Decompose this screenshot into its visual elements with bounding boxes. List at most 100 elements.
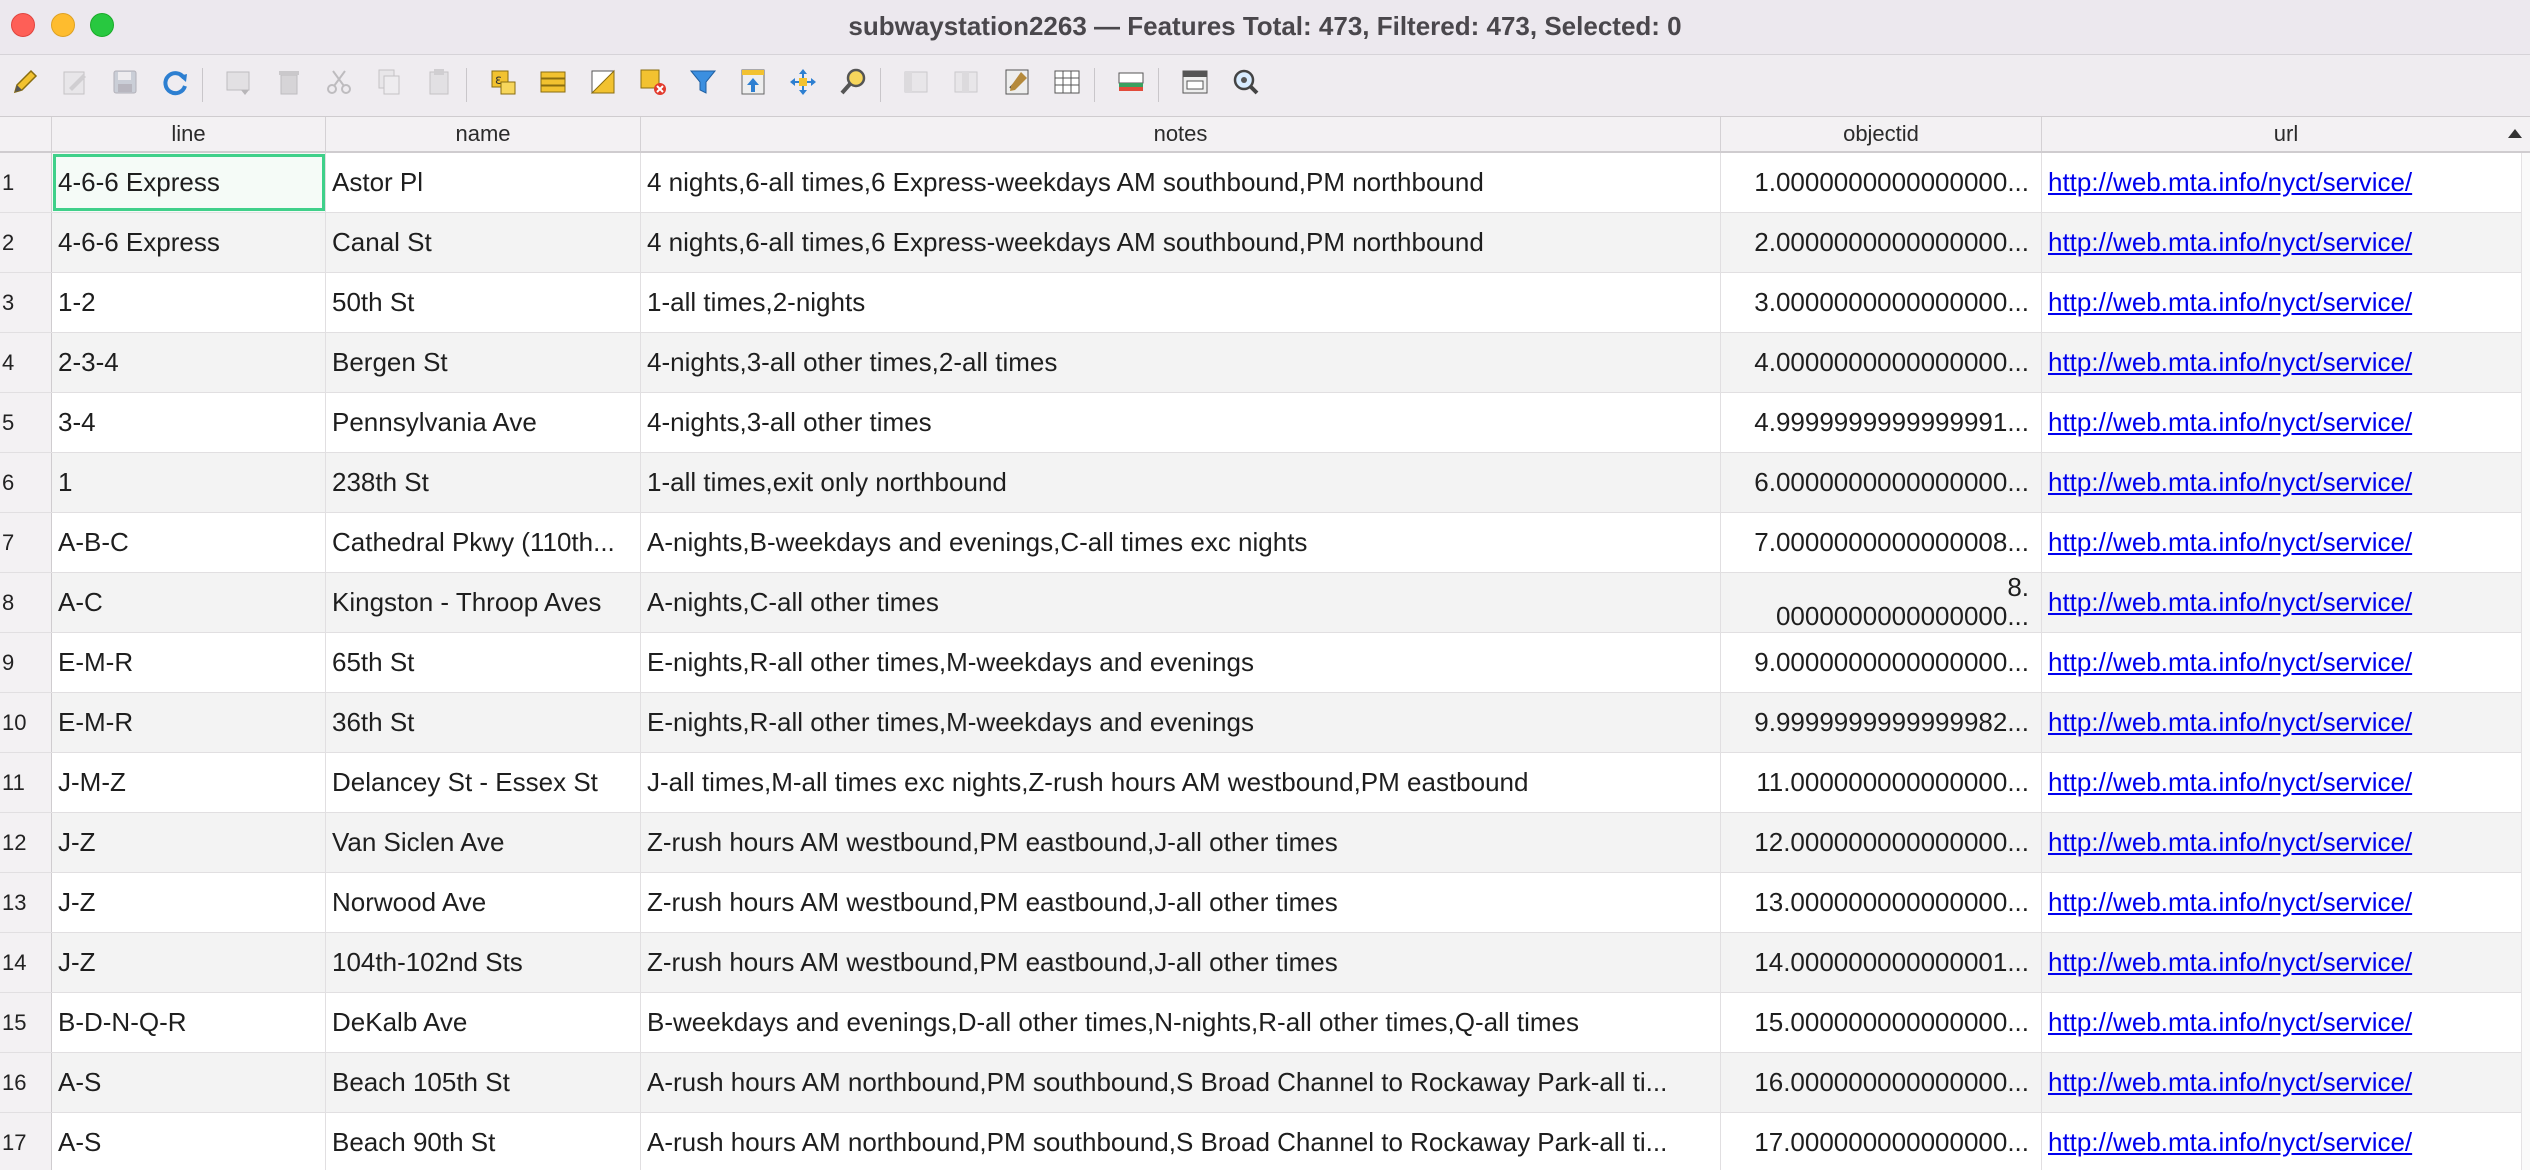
- cell-line[interactable]: 3-4: [52, 393, 326, 452]
- move-selection-top-button[interactable]: [736, 67, 770, 101]
- cell-notes[interactable]: 4-nights,3-all other times: [641, 393, 1721, 452]
- cell-line[interactable]: J-Z: [52, 873, 326, 932]
- url-link[interactable]: http://web.mta.info/nyct/service/: [2048, 1067, 2412, 1097]
- row-number-header[interactable]: 9: [0, 633, 52, 692]
- cell-objectid[interactable]: 4.0000000000000000...: [1721, 333, 2042, 392]
- cell-url[interactable]: http://web.mta.info/nyct/service/: [2042, 453, 2530, 512]
- cell-notes[interactable]: A-nights,B-weekdays and evenings,C-all t…: [641, 513, 1721, 572]
- cell-url[interactable]: http://web.mta.info/nyct/service/: [2042, 213, 2530, 272]
- save-edits-button[interactable]: [108, 67, 142, 101]
- cell-url[interactable]: http://web.mta.info/nyct/service/: [2042, 813, 2530, 872]
- delete-field-button[interactable]: [950, 67, 984, 101]
- cell-objectid[interactable]: 15.000000000000000...: [1721, 993, 2042, 1052]
- url-link[interactable]: http://web.mta.info/nyct/service/: [2048, 407, 2412, 437]
- table-row[interactable]: 8 A-C Kingston - Throop Aves A-nights,C-all…: [0, 573, 2530, 633]
- pan-to-selected-button[interactable]: [786, 67, 820, 101]
- cell-objectid[interactable]: 13.000000000000000...: [1721, 873, 2042, 932]
- cell-objectid[interactable]: 4.9999999999999991...: [1721, 393, 2042, 452]
- url-link[interactable]: http://web.mta.info/nyct/service/: [2048, 707, 2412, 737]
- table-row[interactable]: 13 J-Z Norwood Ave Z-rush hours AM westboun…: [0, 873, 2530, 933]
- add-feature-button[interactable]: [222, 67, 256, 101]
- cell-notes[interactable]: A-nights,C-all other times: [641, 573, 1721, 632]
- row-number-header[interactable]: 1: [0, 153, 52, 212]
- url-link[interactable]: http://web.mta.info/nyct/service/: [2048, 647, 2412, 677]
- new-field-button[interactable]: [900, 67, 934, 101]
- cell-name[interactable]: 238th St: [326, 453, 641, 512]
- column-header-url[interactable]: url: [2042, 117, 2530, 151]
- table-row[interactable]: 7 A-B-C Cathedral Pkwy (110th... A-nights,B…: [0, 513, 2530, 573]
- cell-notes[interactable]: Z-rush hours AM westbound,PM eastbound,J…: [641, 813, 1721, 872]
- cell-line[interactable]: E-M-R: [52, 693, 326, 752]
- url-link[interactable]: http://web.mta.info/nyct/service/: [2048, 887, 2412, 917]
- cell-line[interactable]: 1-2: [52, 273, 326, 332]
- cell-objectid[interactable]: 16.000000000000000...: [1721, 1053, 2042, 1112]
- table-row[interactable]: 11 J-M-Z Delancey St - Essex St J-all times…: [0, 753, 2530, 813]
- cell-name[interactable]: Beach 90th St: [326, 1113, 641, 1170]
- cell-notes[interactable]: 4-nights,3-all other times,2-all times: [641, 333, 1721, 392]
- table-row[interactable]: 16 A-S Beach 105th St A-rush hours AM north…: [0, 1053, 2530, 1113]
- row-number-header[interactable]: 5: [0, 393, 52, 452]
- cell-url[interactable]: http://web.mta.info/nyct/service/: [2042, 633, 2530, 692]
- url-link[interactable]: http://web.mta.info/nyct/service/: [2048, 167, 2412, 197]
- cell-url[interactable]: http://web.mta.info/nyct/service/: [2042, 393, 2530, 452]
- field-calculator-button[interactable]: [1000, 67, 1034, 101]
- column-header-notes[interactable]: notes: [641, 117, 1721, 151]
- cell-objectid[interactable]: 2.0000000000000000...: [1721, 213, 2042, 272]
- cell-url[interactable]: http://web.mta.info/nyct/service/: [2042, 933, 2530, 992]
- select-by-expression-button[interactable]: ε: [486, 67, 520, 101]
- delete-selected-button[interactable]: [272, 67, 306, 101]
- cell-url[interactable]: http://web.mta.info/nyct/service/: [2042, 1053, 2530, 1112]
- row-number-header[interactable]: 2: [0, 213, 52, 272]
- cell-line[interactable]: 4-6-6 Express: [52, 213, 326, 272]
- cell-name[interactable]: Norwood Ave: [326, 873, 641, 932]
- column-header-line[interactable]: line: [52, 117, 326, 151]
- cell-notes[interactable]: J-all times,M-all times exc nights,Z-rus…: [641, 753, 1721, 812]
- cell-objectid[interactable]: 9.9999999999999982...: [1721, 693, 2042, 752]
- conditional-formatting-button[interactable]: [1050, 67, 1084, 101]
- zoom-map-button[interactable]: [1228, 67, 1262, 101]
- url-link[interactable]: http://web.mta.info/nyct/service/: [2048, 947, 2412, 977]
- reload-button[interactable]: [158, 67, 192, 101]
- url-link[interactable]: http://web.mta.info/nyct/service/: [2048, 827, 2412, 857]
- cell-url[interactable]: http://web.mta.info/nyct/service/: [2042, 513, 2530, 572]
- cell-notes[interactable]: 1-all times,2-nights: [641, 273, 1721, 332]
- cell-line[interactable]: A-C: [52, 573, 326, 632]
- cell-name[interactable]: Beach 105th St: [326, 1053, 641, 1112]
- table-row[interactable]: 5 3-4 Pennsylvania Ave 4-nights,3-all other…: [0, 393, 2530, 453]
- url-link[interactable]: http://web.mta.info/nyct/service/: [2048, 287, 2412, 317]
- cell-name[interactable]: Pennsylvania Ave: [326, 393, 641, 452]
- cell-line[interactable]: J-M-Z: [52, 753, 326, 812]
- cell-objectid[interactable]: 1.0000000000000000...: [1721, 153, 2042, 212]
- table-row[interactable]: 12 J-Z Van Siclen Ave Z-rush hours AM westb…: [0, 813, 2530, 873]
- table-row[interactable]: 6 1 238th St 1-all times,exit only northbou…: [0, 453, 2530, 513]
- table-row[interactable]: 9 E-M-R 65th St E-nights,R-all other times,…: [0, 633, 2530, 693]
- row-number-header[interactable]: 14: [0, 933, 52, 992]
- cell-notes[interactable]: E-nights,R-all other times,M-weekdays an…: [641, 633, 1721, 692]
- cell-line[interactable]: A-S: [52, 1053, 326, 1112]
- cell-name[interactable]: 50th St: [326, 273, 641, 332]
- cell-objectid[interactable]: 3.0000000000000000...: [1721, 273, 2042, 332]
- url-link[interactable]: http://web.mta.info/nyct/service/: [2048, 467, 2412, 497]
- cell-url[interactable]: http://web.mta.info/nyct/service/: [2042, 333, 2530, 392]
- cell-notes[interactable]: A-rush hours AM northbound,PM southbound…: [641, 1113, 1721, 1170]
- row-number-header[interactable]: 4: [0, 333, 52, 392]
- table-row[interactable]: 14 J-Z 104th-102nd Sts Z-rush hours AM west…: [0, 933, 2530, 993]
- cell-objectid[interactable]: 6.0000000000000000...: [1721, 453, 2042, 512]
- cell-name[interactable]: 104th-102nd Sts: [326, 933, 641, 992]
- table-row[interactable]: 4 2-3-4 Bergen St 4-nights,3-all other time…: [0, 333, 2530, 393]
- cell-notes[interactable]: Z-rush hours AM westbound,PM eastbound,J…: [641, 933, 1721, 992]
- cell-objectid[interactable]: 8. 0000000000000000...: [1721, 573, 2042, 632]
- cell-line[interactable]: A-B-C: [52, 513, 326, 572]
- cell-url[interactable]: http://web.mta.info/nyct/service/: [2042, 753, 2530, 812]
- url-link[interactable]: http://web.mta.info/nyct/service/: [2048, 767, 2412, 797]
- row-number-header[interactable]: 11: [0, 753, 52, 812]
- table-row[interactable]: 3 1-2 50th St 1-all times,2-nights 3.0000000…: [0, 273, 2530, 333]
- cell-name[interactable]: Cathedral Pkwy (110th...: [326, 513, 641, 572]
- cell-url[interactable]: http://web.mta.info/nyct/service/: [2042, 153, 2530, 212]
- cell-notes[interactable]: E-nights,R-all other times,M-weekdays an…: [641, 693, 1721, 752]
- table-row[interactable]: 1 4-6-6 Express Astor Pl 4 nights,6-all tim…: [0, 153, 2530, 213]
- cell-name[interactable]: Kingston - Throop Aves: [326, 573, 641, 632]
- multi-edit-button[interactable]: [58, 67, 92, 101]
- cell-notes[interactable]: 4 nights,6-all times,6 Express-weekdays …: [641, 153, 1721, 212]
- vertical-scrollbar[interactable]: [2521, 153, 2530, 1170]
